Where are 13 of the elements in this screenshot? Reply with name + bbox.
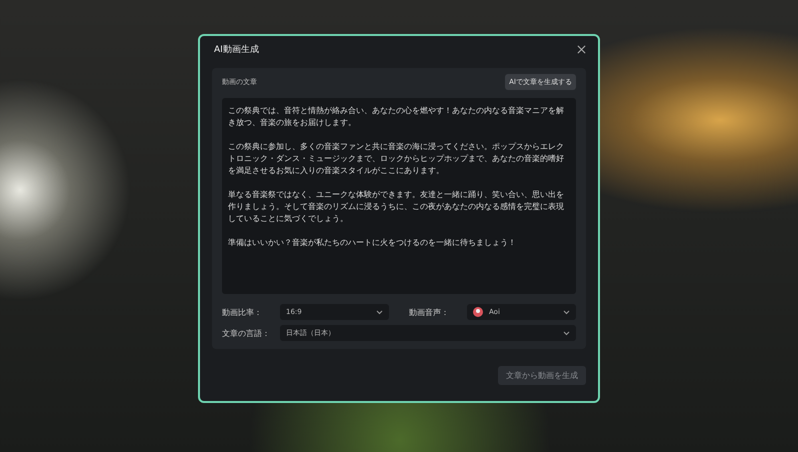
chevron-icon [376,310,383,314]
field-label: 動画比率： [222,306,263,318]
avatar-icon [473,307,483,317]
field-label: 文章の言語： [222,328,271,338]
chevron-icon [563,310,570,314]
paragraph: 単なる音楽祭ではなく、ユニークな体験ができます。友達と一緒に踊り、笑い合い、思い出を作りましょう。そして音楽のリズムに浸るうちに、この夜があなたの内なる感情を完璧に表現していることに気づくでしょう。 [228,188,565,224]
dialog-title: AI動画生成 [214,44,259,56]
field-label: 動画音声： [409,306,450,318]
close-icon[interactable] [577,44,586,54]
paragraph: 準備はいいかい？音楽が私たちのハートに火をつけるのを一緒に待ちましょう！ [228,236,517,248]
chevron-icon [563,330,570,336]
paragraph: この祭典では、音符と情熱が絡み合い、あなたの心を燃やす！あなたの内なる音楽マニアを解き放つ、音楽の旅をお届けします。 [228,104,565,128]
paragraph: この祭典に参加し、多くの音楽ファンと共に音楽の海に浸ってください。ポップスからエレクトロニック・ダンス・ミュージックまで、ロックからヒップホップまで、あなたの音楽的嗜好を満足させるお気に入りの音楽スタイルがここにあります。 [228,140,565,176]
